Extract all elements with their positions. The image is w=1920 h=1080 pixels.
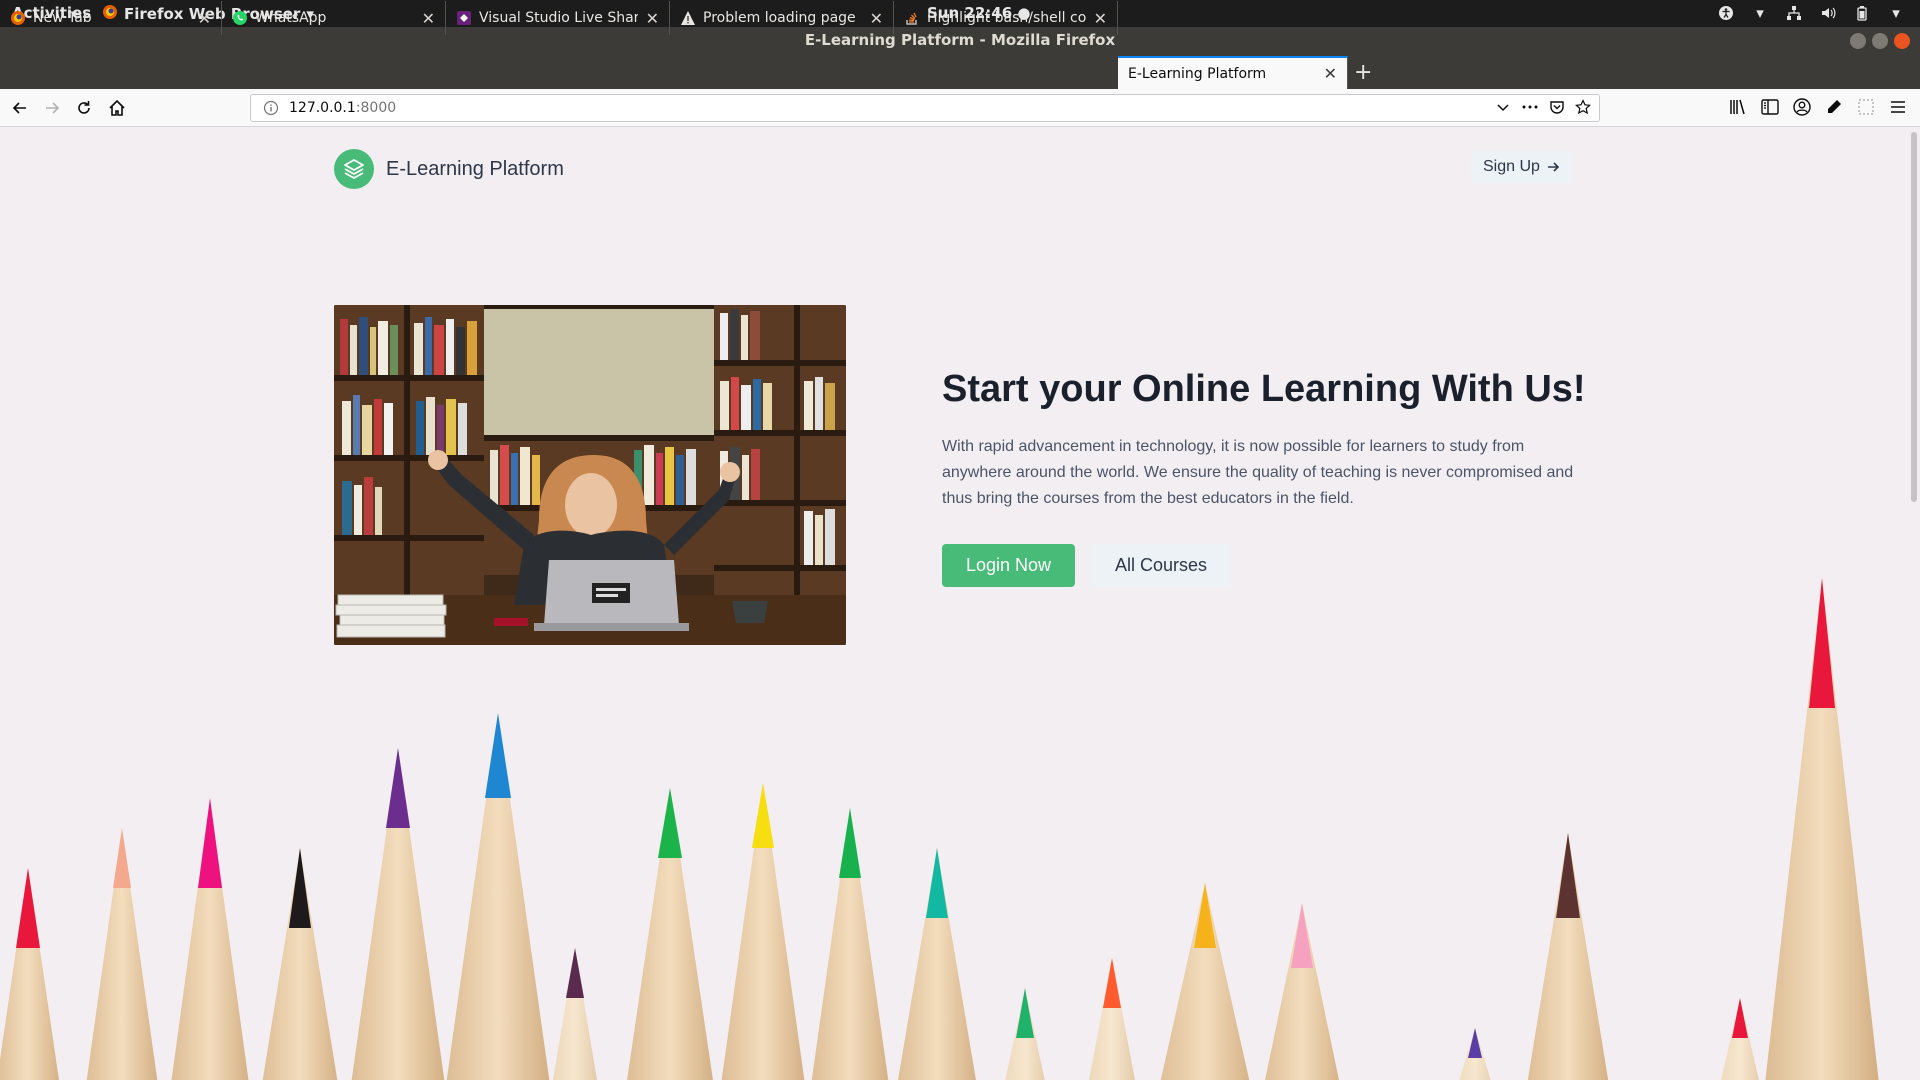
tab-strip — [0, 54, 1920, 89]
system-tray[interactable]: ▾ ▾ — [1716, 3, 1906, 23]
warning-icon — [680, 10, 696, 26]
reload-icon — [78, 101, 90, 114]
tab-label: New Tab — [33, 10, 92, 26]
hero-description: With rapid advancement in technology, it… — [942, 438, 1574, 507]
scrollbar-thumb[interactable] — [1911, 132, 1917, 502]
tab-problem-loading-page[interactable]: Problem loading page ✕ — [670, 1, 894, 35]
tab-label: E-Learning Platform — [1128, 65, 1267, 82]
close-tab-icon[interactable]: ✕ — [1324, 64, 1337, 83]
url-actions — [1495, 99, 1591, 119]
tab-label: Problem loading page — [703, 10, 856, 26]
history-dropdown-icon[interactable] — [1495, 99, 1511, 119]
whatsapp-icon — [232, 10, 248, 26]
close-tab-icon[interactable]: ✕ — [198, 9, 211, 28]
home-icon — [109, 99, 125, 116]
tab-label: Highlight bash/shell cod — [927, 10, 1086, 26]
page-scrollbar[interactable] — [1908, 128, 1920, 1080]
hero-image — [334, 305, 846, 645]
window-controls — [1850, 33, 1910, 49]
vs-liveshare-icon — [456, 10, 472, 26]
toolbar-right — [1728, 97, 1908, 121]
tab-e-learning-platform[interactable]: E-Learning Platform ✕ — [1118, 56, 1348, 89]
maximize-button[interactable] — [1872, 33, 1888, 49]
window-close-button[interactable] — [1894, 33, 1910, 49]
chevron-down-icon[interactable]: ▾ — [1750, 3, 1770, 23]
hero-title: Start your Online Learning With Us! — [942, 368, 1586, 410]
battery-icon[interactable] — [1852, 3, 1872, 23]
tab-highlight-bash[interactable]: Highlight bash/shell cod ✕ — [894, 1, 1118, 35]
home-button[interactable] — [106, 97, 128, 119]
pocket-icon[interactable] — [1549, 99, 1565, 119]
arrow-right-icon — [1547, 162, 1560, 172]
sidebar-icon[interactable] — [1760, 97, 1780, 121]
url-port: :8000 — [355, 100, 397, 116]
system-menu-icon[interactable]: ▾ — [1886, 3, 1906, 23]
stackoverflow-icon — [904, 10, 920, 26]
all-courses-button[interactable]: All Courses — [1091, 544, 1231, 587]
brand-name: E-Learning Platform — [386, 157, 564, 180]
layers-logo-icon — [334, 149, 374, 189]
tab-label: WhatsApp — [255, 10, 327, 26]
forward-button[interactable] — [41, 97, 63, 119]
account-icon[interactable] — [1792, 97, 1812, 121]
url-bar[interactable]: 127.0.0.1:8000 — [250, 94, 1600, 122]
screenshot-icon[interactable] — [1856, 97, 1876, 121]
volume-icon[interactable] — [1818, 3, 1838, 23]
page-viewport: E-Learning Platform Sign Up Start your O… — [0, 128, 1908, 1080]
tab-new-tab[interactable]: New Tab ✕ — [0, 1, 222, 35]
reload-button[interactable] — [73, 97, 95, 119]
color-picker-icon[interactable] — [1824, 97, 1844, 121]
close-tab-icon[interactable]: ✕ — [646, 9, 659, 28]
arrow-right-icon — [46, 102, 60, 114]
url-host: 127.0.0.1 — [289, 100, 356, 116]
new-tab-button[interactable]: + — [1354, 60, 1372, 85]
arrow-left-icon — [12, 102, 26, 114]
hamburger-menu-icon[interactable] — [1888, 97, 1908, 121]
colored-pencils-background — [0, 578, 1879, 1080]
back-button[interactable] — [9, 97, 31, 119]
brand[interactable]: E-Learning Platform — [334, 149, 564, 189]
bookmark-star-icon[interactable] — [1575, 99, 1591, 119]
tab-label: Visual Studio Live Share — [479, 10, 638, 26]
close-tab-icon[interactable]: ✕ — [1094, 9, 1107, 28]
sign-up-button[interactable]: Sign Up — [1471, 151, 1572, 183]
page-actions-icon[interactable] — [1521, 99, 1539, 119]
minimize-button[interactable] — [1850, 33, 1866, 49]
site-info-icon[interactable] — [263, 100, 279, 116]
navigation-bar: 127.0.0.1:8000 — [0, 89, 1920, 127]
tab-visual-studio-live-share[interactable]: Visual Studio Live Share ✕ — [446, 1, 670, 35]
accessibility-icon[interactable] — [1716, 3, 1736, 23]
sign-up-label: Sign Up — [1483, 158, 1540, 175]
close-tab-icon[interactable]: ✕ — [422, 9, 435, 28]
close-tab-icon[interactable]: ✕ — [870, 9, 883, 28]
network-icon[interactable] — [1784, 3, 1804, 23]
login-now-button[interactable]: Login Now — [942, 544, 1075, 587]
tab-whatsapp[interactable]: WhatsApp ✕ — [222, 1, 446, 35]
firefox-icon — [10, 10, 26, 26]
library-icon[interactable] — [1728, 97, 1748, 121]
